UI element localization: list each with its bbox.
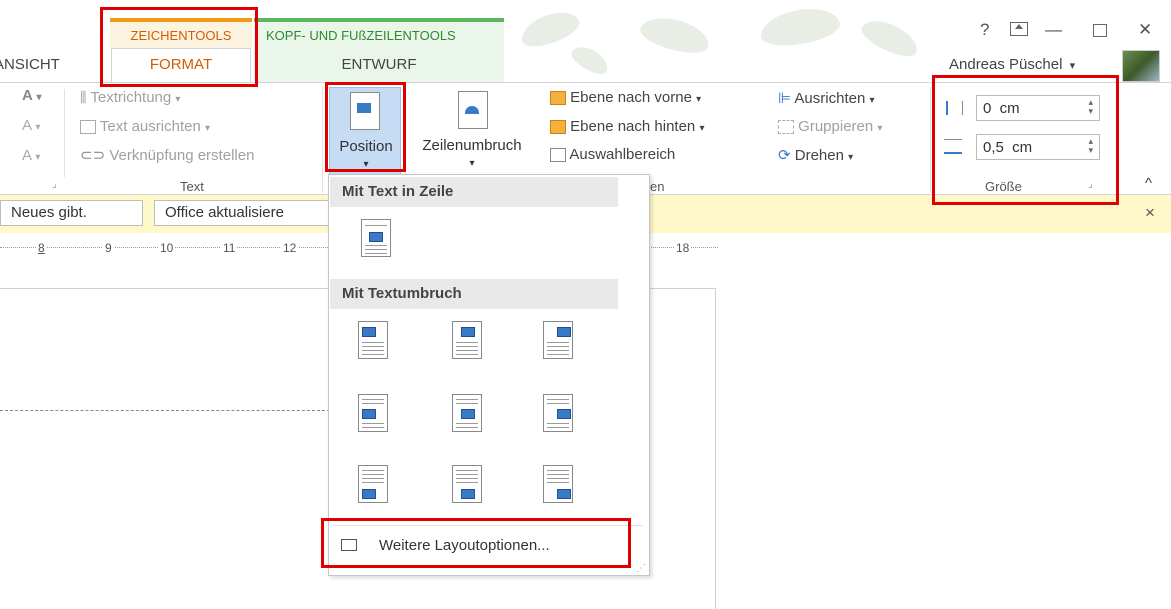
drehen-label: Drehen bbox=[794, 147, 844, 164]
link-icon: ⊂⊃ bbox=[80, 147, 106, 164]
notification-button-neues[interactable]: Neues gibt. bbox=[0, 200, 143, 226]
background-leaf-decoration bbox=[637, 11, 713, 59]
position-middle-right-option[interactable] bbox=[543, 394, 573, 432]
position-bottom-center-option[interactable] bbox=[452, 465, 482, 503]
collapse-ribbon-button[interactable]: ^ bbox=[1145, 175, 1152, 192]
textrichtung-button[interactable]: ⫼ Textrichtung ▾ bbox=[80, 89, 180, 106]
wordart-style-a3-icon[interactable]: A ▾ bbox=[22, 147, 40, 164]
text-group-label: Text bbox=[180, 179, 204, 194]
chevron-down-icon: ▾ bbox=[877, 123, 883, 134]
background-leaf-decoration bbox=[857, 13, 923, 63]
position-top-center-option[interactable] bbox=[452, 321, 482, 359]
close-button[interactable]: ✕ bbox=[1138, 20, 1152, 40]
rotate-icon: ⟳ bbox=[778, 147, 791, 164]
group-separator bbox=[930, 87, 931, 193]
context-tab-label: KOPF- UND FUßZEILENTOOLS bbox=[266, 28, 456, 43]
position-dropdown-menu: Mit Text in Zeile Mit Textumbruch Weiter… bbox=[328, 174, 650, 576]
position-inline-option[interactable] bbox=[361, 219, 391, 257]
position-top-right-option[interactable] bbox=[543, 321, 573, 359]
ruler-number: 18 bbox=[674, 241, 692, 255]
gruppieren-button[interactable]: Gruppieren ▾ bbox=[778, 118, 882, 135]
position-bottom-right-option[interactable] bbox=[543, 465, 573, 503]
chevron-down-icon: ▾ bbox=[696, 94, 702, 105]
tab-ansicht[interactable]: ANSICHT bbox=[0, 56, 60, 73]
position-bottom-left-option[interactable] bbox=[358, 465, 388, 503]
wordart-style-a1-icon[interactable]: A ▾ bbox=[22, 87, 41, 104]
background-leaf-decoration bbox=[567, 41, 613, 79]
user-account-name[interactable]: Andreas Püschel ▾ bbox=[949, 56, 1075, 73]
user-name-label: Andreas Püschel bbox=[949, 56, 1063, 73]
group-separator bbox=[322, 87, 323, 193]
background-leaf-decoration bbox=[757, 3, 843, 51]
chevron-down-icon: ▾ bbox=[204, 123, 210, 134]
minimize-button[interactable]: — bbox=[1045, 20, 1062, 40]
ruler-number: 8 bbox=[36, 241, 47, 255]
text-ausrichten-label: Text ausrichten bbox=[99, 118, 201, 135]
auswahlbereich-label: Auswahlbereich bbox=[569, 146, 676, 163]
background-leaf-decoration bbox=[517, 5, 583, 53]
maximize-button[interactable] bbox=[1093, 24, 1107, 37]
arrow-up-icon bbox=[1015, 24, 1023, 29]
chevron-down-icon: ▾ bbox=[848, 152, 854, 163]
group-launcher-icon[interactable]: ⌟ bbox=[52, 179, 57, 190]
verknuepfung-label: Verknüpfung erstellen bbox=[109, 147, 255, 164]
tab-entwurf[interactable]: ENTWURF bbox=[254, 48, 504, 82]
ribbon-display-options-button[interactable] bbox=[1010, 22, 1028, 36]
header-boundary-line bbox=[0, 410, 330, 411]
align-text-icon bbox=[80, 120, 96, 135]
auswahlbereich-button[interactable]: Auswahlbereich bbox=[550, 146, 675, 163]
wordart-style-a2-icon[interactable]: A ▾ bbox=[22, 117, 40, 134]
ebene-hinten-label: Ebene nach hinten bbox=[570, 118, 696, 135]
ausrichten-label: Ausrichten bbox=[794, 90, 866, 107]
chevron-down-icon: ▾ bbox=[699, 123, 705, 134]
position-middle-left-option[interactable] bbox=[358, 394, 388, 432]
gruppieren-label: Gruppieren bbox=[798, 118, 874, 135]
highlight-more-layout-options bbox=[321, 518, 631, 568]
chevron-down-icon: ▾ bbox=[469, 158, 475, 169]
wrap-text-icon bbox=[458, 91, 488, 129]
chevron-down-icon: ▾ bbox=[175, 94, 181, 105]
group-separator bbox=[64, 89, 65, 177]
send-backward-icon bbox=[550, 120, 566, 135]
ebene-nach-hinten-button[interactable]: Ebene nach hinten ▾ bbox=[550, 118, 704, 135]
bring-forward-icon bbox=[550, 91, 566, 106]
position-middle-center-option[interactable] bbox=[452, 394, 482, 432]
text-direction-icon: ⫼ bbox=[80, 89, 87, 105]
highlight-format-tab bbox=[100, 7, 258, 87]
arrange-group-label: en bbox=[650, 179, 665, 194]
notification-button-office[interactable]: Office aktualisiere bbox=[154, 200, 334, 226]
textrichtung-label: Textrichtung bbox=[90, 89, 172, 106]
avatar[interactable] bbox=[1122, 50, 1160, 82]
chevron-down-icon: ▾ bbox=[1069, 60, 1076, 72]
ebene-vorne-label: Ebene nach vorne bbox=[570, 89, 692, 106]
ruler-number: 12 bbox=[281, 241, 299, 255]
selection-pane-icon bbox=[550, 148, 566, 163]
section-header-inline: Mit Text in Zeile bbox=[330, 177, 618, 207]
zeilenumbruch-label: Zeilenumbruch bbox=[422, 137, 522, 154]
close-icon[interactable]: × bbox=[1145, 203, 1155, 223]
chevron-down-icon: ▾ bbox=[869, 95, 875, 106]
ruler-number: 10 bbox=[158, 241, 176, 255]
drehen-button[interactable]: ⟳ Drehen ▾ bbox=[778, 146, 853, 164]
ebene-nach-vorne-button[interactable]: Ebene nach vorne ▾ bbox=[550, 89, 701, 106]
context-tab-header-kopf-fusszeilentools: KOPF- UND FUßZEILENTOOLS bbox=[254, 18, 504, 48]
verknuepfung-erstellen-button[interactable]: ⊂⊃ Verknüpfung erstellen bbox=[80, 146, 254, 164]
position-top-left-option[interactable] bbox=[358, 321, 388, 359]
section-header-wrap: Mit Textumbruch bbox=[330, 279, 618, 309]
align-icon: ⊫ bbox=[778, 90, 792, 107]
group-icon bbox=[778, 120, 794, 135]
help-button[interactable]: ? bbox=[980, 20, 989, 40]
text-ausrichten-button[interactable]: Text ausrichten ▾ bbox=[80, 118, 210, 135]
highlight-size-group bbox=[932, 75, 1119, 205]
highlight-position-button bbox=[325, 82, 406, 172]
ruler-number: 9 bbox=[103, 241, 114, 255]
zeilenumbruch-button[interactable]: Zeilenumbruch ▾ bbox=[404, 87, 544, 187]
resize-grip-icon[interactable]: ⋰ bbox=[636, 563, 646, 574]
ausrichten-button[interactable]: ⊫ Ausrichten ▾ bbox=[778, 89, 875, 107]
ruler-number: 11 bbox=[221, 241, 238, 255]
